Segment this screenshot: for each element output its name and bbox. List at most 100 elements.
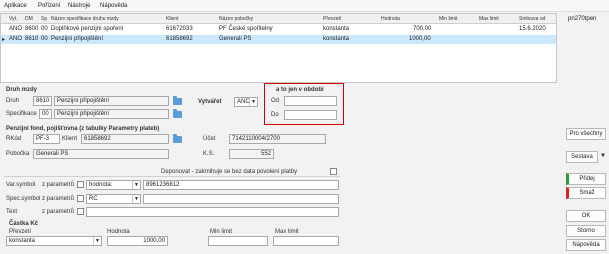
cell-vyt: ANO	[9, 26, 23, 32]
storno-button[interactable]: Storno	[566, 225, 606, 237]
folder-icon[interactable]	[173, 96, 182, 105]
period-title: a to jen v období	[276, 87, 324, 93]
folder-icon[interactable]	[173, 134, 182, 143]
text-from-param-checkbox[interactable]	[77, 208, 84, 215]
var-symbol-field[interactable]: 8961236812	[143, 180, 339, 190]
spec-symbol-label: Spec.symbol	[6, 196, 41, 202]
druh-code-field[interactable]: 8610	[33, 96, 52, 106]
var-from-param-label: z parametrů	[42, 182, 75, 188]
vytvaret-select[interactable]: ANO ▼	[234, 97, 258, 107]
col-dm[interactable]: DM	[25, 16, 33, 22]
min-limit-label: Min limit	[210, 229, 232, 235]
pro-vsechny-button[interactable]: Pro všechny	[566, 128, 606, 140]
data-grid[interactable]: Vyt. DM Sp Název specifikace druhu mzdy …	[0, 13, 557, 83]
cell-smlouva: 15.6.2020	[519, 26, 546, 32]
chevron-down-icon[interactable]: ▼	[93, 237, 101, 245]
col-hodnota[interactable]: Hodnota	[381, 16, 400, 22]
table-row[interactable]: ▸ ANO 8610 00 Penzijní připojištění 6185…	[1, 35, 556, 44]
ucet-label: Účet	[203, 136, 216, 142]
spec-from-param-checkbox[interactable]	[77, 195, 84, 202]
spec-symbol-field[interactable]	[143, 194, 339, 204]
text-label: Text	[6, 209, 18, 215]
cell-vyt: ANO	[9, 36, 23, 42]
menu-nastroje[interactable]: Nástroje	[68, 3, 90, 9]
ok-button[interactable]: OK	[566, 210, 606, 222]
smaz-button[interactable]: Smaž	[566, 187, 606, 199]
col-sp[interactable]: Sp	[41, 16, 47, 22]
cell-prevzeti: konstanta	[323, 36, 350, 42]
cell-hodnota: 700,00	[413, 26, 432, 32]
menu-porizeni[interactable]: Pořízení	[38, 3, 60, 9]
vytvaret-label: Vytvářet	[198, 99, 222, 105]
ks-field: 552	[229, 149, 274, 159]
col-max[interactable]: Max limit	[479, 16, 499, 22]
chevron-down-icon[interactable]: ▼	[132, 195, 140, 203]
pridej-button[interactable]: Přidej	[566, 173, 606, 185]
min-limit-field[interactable]	[208, 236, 268, 246]
ucet-field: 7142110004/2700	[229, 134, 326, 144]
text-field[interactable]	[86, 207, 339, 217]
do-field[interactable]	[284, 110, 337, 120]
row-pointer-icon: ▸	[2, 37, 6, 43]
pobocka-field: Generali PS	[33, 149, 169, 159]
folder-icon[interactable]	[173, 109, 182, 118]
col-klient[interactable]: Klient	[166, 16, 179, 22]
cell-sp: 00	[41, 26, 48, 32]
menu-napoveda[interactable]: Nápověda	[100, 3, 127, 9]
var-symbol-label: Var.symbol	[6, 182, 36, 188]
table-row[interactable]: ANO 8600 00 Doplňkové penzijní spoření 6…	[1, 25, 556, 34]
menu-aplikace[interactable]: Aplikace	[4, 3, 27, 9]
col-pobocka[interactable]: Název pobočky	[219, 16, 253, 22]
rkod-label: RKód	[6, 136, 22, 142]
var-select[interactable]: hodnota: ▼	[86, 180, 141, 190]
spec-name-field: Penzijní připojištění	[54, 109, 169, 119]
col-min[interactable]: Min limit	[439, 16, 457, 22]
var-from-param-checkbox[interactable]	[77, 181, 84, 188]
rkod-field[interactable]: PF-3	[33, 134, 60, 144]
menu-bar: Aplikace Pořízení Nástroje Nápověda	[0, 0, 609, 12]
grid-header: Vyt. DM Sp Název specifikace druhu mzdy …	[1, 14, 556, 24]
castka-title: Částka Kč	[9, 221, 39, 227]
text-from-param-label: z parametrů	[42, 209, 75, 215]
spec-code-field[interactable]: 00	[39, 109, 52, 119]
sestava-dropdown-icon[interactable]: ▼	[600, 153, 606, 159]
max-limit-field[interactable]	[273, 236, 339, 246]
druh-mzdy-title: Druh mzdy	[6, 87, 38, 93]
spec-from-param-label: z parametrů	[42, 196, 75, 202]
prevzeti-value: konstanta	[9, 238, 36, 244]
hodnota-field[interactable]: 1000,00	[107, 236, 168, 246]
napoveda-button[interactable]: Nápověda	[566, 239, 606, 251]
cell-klient: 61858692	[166, 36, 193, 42]
cell-dm: 8610	[25, 36, 39, 42]
prevzeti-select[interactable]: konstanta ▼	[6, 236, 102, 246]
max-limit-label: Max limit	[275, 229, 299, 235]
od-field[interactable]	[284, 96, 337, 106]
chevron-down-icon[interactable]: ▼	[249, 98, 257, 106]
var-select-value: hodnota:	[89, 182, 113, 188]
fond-title: Penzijní fond, pojišťovna (z tabulky Par…	[6, 126, 160, 132]
cell-spec: Penzijní připojištění	[51, 36, 104, 42]
col-smlouva[interactable]: Smlouva od	[519, 16, 545, 22]
klient-field: 61858692	[81, 134, 169, 144]
section-divider	[4, 176, 340, 177]
klient-label: Klient	[62, 136, 78, 142]
druh-label: Druh	[6, 98, 20, 104]
sestava-button[interactable]: Sestava	[566, 151, 598, 163]
col-vyt[interactable]: Vyt.	[9, 16, 17, 22]
ks-label: K.S.	[203, 151, 215, 157]
spec-select-value: RČ	[89, 196, 98, 202]
spec-select[interactable]: RČ ▼	[86, 194, 141, 204]
deponovat-checkbox[interactable]	[330, 168, 337, 175]
cell-klient: 61672033	[166, 26, 193, 32]
pobocka-label: Pobočka	[6, 151, 30, 157]
col-prevzeti[interactable]: Převzetí	[323, 16, 341, 22]
chevron-down-icon[interactable]: ▼	[132, 181, 140, 189]
deponovat-label: Deponovat - zakmihuje se bez data povole…	[161, 169, 298, 175]
cell-spec: Doplňkové penzijní spoření	[51, 26, 124, 32]
spec-label: Specifikace	[6, 111, 37, 117]
cell-dm: 8600	[25, 26, 39, 32]
od-label: Od	[271, 98, 280, 104]
col-spec[interactable]: Název specifikace druhu mzdy	[51, 16, 119, 22]
cell-pobocka: Generali PS	[219, 36, 252, 42]
hodnota-label: Hodnota	[107, 229, 130, 235]
